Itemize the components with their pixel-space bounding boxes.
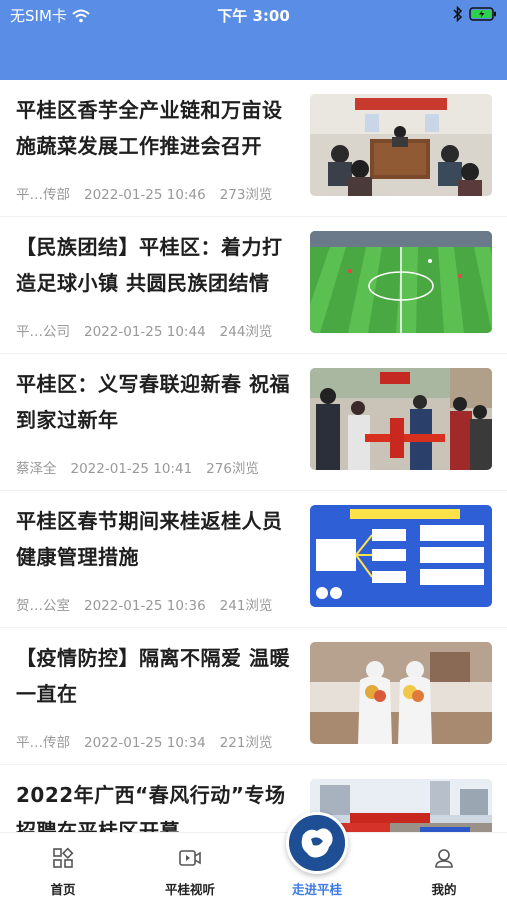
news-title[interactable]: 2022年广西“春风行动”专场招聘在平桂区开幕 xyxy=(16,777,300,832)
news-source: 平…传部 xyxy=(16,187,70,203)
news-item[interactable]: 【民族团结】平桂区：着力打造足球小镇 共圆民族团结情 平…公司 2022-01-2… xyxy=(0,217,507,354)
news-title[interactable]: 平桂区香芋全产业链和万亩设施蔬菜发展工作推进会召开 xyxy=(16,92,300,164)
video-icon xyxy=(179,850,201,866)
news-item[interactable]: 平桂区春节期间来桂返桂人员健康管理措施 贺…公室 2022-01-25 10:36… xyxy=(0,491,507,628)
news-views: 276浏览 xyxy=(206,461,259,477)
tab-label: 首页 xyxy=(50,882,76,897)
news-title[interactable]: 平桂区：义写春联迎新春 祝福到家过新年 xyxy=(16,366,300,438)
tab-bar: 首页 平桂视听 走进平桂 我的 xyxy=(0,832,507,900)
news-list[interactable]: 平桂区香芋全产业链和万亩设施蔬菜发展工作推进会召开 平…传部 2022-01-25… xyxy=(0,80,507,832)
tab-label: 平桂视听 xyxy=(164,882,215,897)
news-views: 241浏览 xyxy=(219,598,273,614)
news-views: 244浏览 xyxy=(219,324,273,340)
meeting-photo[interactable] xyxy=(310,94,492,196)
status-right xyxy=(453,6,497,22)
news-datetime: 2022-01-25 10:34 xyxy=(84,735,206,751)
news-meta: 平…传部 2022-01-25 10:34 221浏览 xyxy=(16,731,286,751)
news-title[interactable]: 平桂区春节期间来桂返桂人员健康管理措施 xyxy=(16,503,300,575)
news-meta: 蔡泽全 2022-01-25 10:41 276浏览 xyxy=(16,457,273,477)
map-badge-icon[interactable] xyxy=(286,812,348,874)
news-views: 221浏览 xyxy=(219,735,273,751)
bluetooth-icon xyxy=(453,6,463,22)
tab-profile[interactable]: 我的 xyxy=(381,833,507,900)
news-source: 贺…公室 xyxy=(16,598,70,614)
news-item[interactable]: 平桂区：义写春联迎新春 祝福到家过新年 蔡泽全 2022-01-25 10:41 2… xyxy=(0,354,507,491)
football-field-photo[interactable] xyxy=(310,231,492,333)
tab-video[interactable]: 平桂视听 xyxy=(127,833,253,900)
profile-icon xyxy=(435,849,453,868)
tab-home[interactable]: 首页 xyxy=(0,833,126,900)
battery-charging-icon xyxy=(469,7,496,21)
news-title[interactable]: 【民族团结】平桂区：着力打造足球小镇 共圆民族团结情 xyxy=(16,229,300,301)
news-item[interactable]: 2022年广西“春风行动”专场招聘在平桂区开幕 xyxy=(0,765,507,832)
news-item[interactable]: 【疫情防控】隔离不隔爱 温暖一直在 平…传部 2022-01-25 10:34 22… xyxy=(0,628,507,765)
app-header: 无SIM卡 下午 3:00 xyxy=(0,0,507,80)
news-meta: 平…传部 2022-01-25 10:46 273浏览 xyxy=(16,183,286,203)
news-source: 蔡泽全 xyxy=(16,461,57,477)
news-datetime: 2022-01-25 10:44 xyxy=(84,324,206,340)
status-time: 下午 3:00 xyxy=(217,7,290,25)
tab-label: 我的 xyxy=(431,882,457,897)
news-item[interactable]: 平桂区香芋全产业链和万亩设施蔬菜发展工作推进会召开 平…传部 2022-01-25… xyxy=(0,80,507,217)
news-views: 273浏览 xyxy=(219,187,273,203)
couplet-event-photo[interactable] xyxy=(310,368,492,470)
news-meta: 平…公司 2022-01-25 10:44 244浏览 xyxy=(16,320,286,340)
news-title[interactable]: 【疫情防控】隔离不隔爱 温暖一直在 xyxy=(16,640,300,712)
news-datetime: 2022-01-25 10:41 xyxy=(70,461,193,477)
status-bar: 无SIM卡 下午 3:00 xyxy=(0,0,507,30)
tab-label: 走进平桂 xyxy=(291,882,342,897)
news-datetime: 2022-01-25 10:46 xyxy=(84,187,206,203)
news-source: 平…传部 xyxy=(16,735,70,751)
news-meta: 贺…公室 2022-01-25 10:36 241浏览 xyxy=(16,594,286,614)
news-datetime: 2022-01-25 10:36 xyxy=(84,598,206,614)
news-source: 平…公司 xyxy=(16,324,70,340)
health-management-infographic[interactable] xyxy=(310,505,492,607)
medical-staff-flowers-photo[interactable] xyxy=(310,642,492,744)
home-grid-icon xyxy=(53,847,74,868)
